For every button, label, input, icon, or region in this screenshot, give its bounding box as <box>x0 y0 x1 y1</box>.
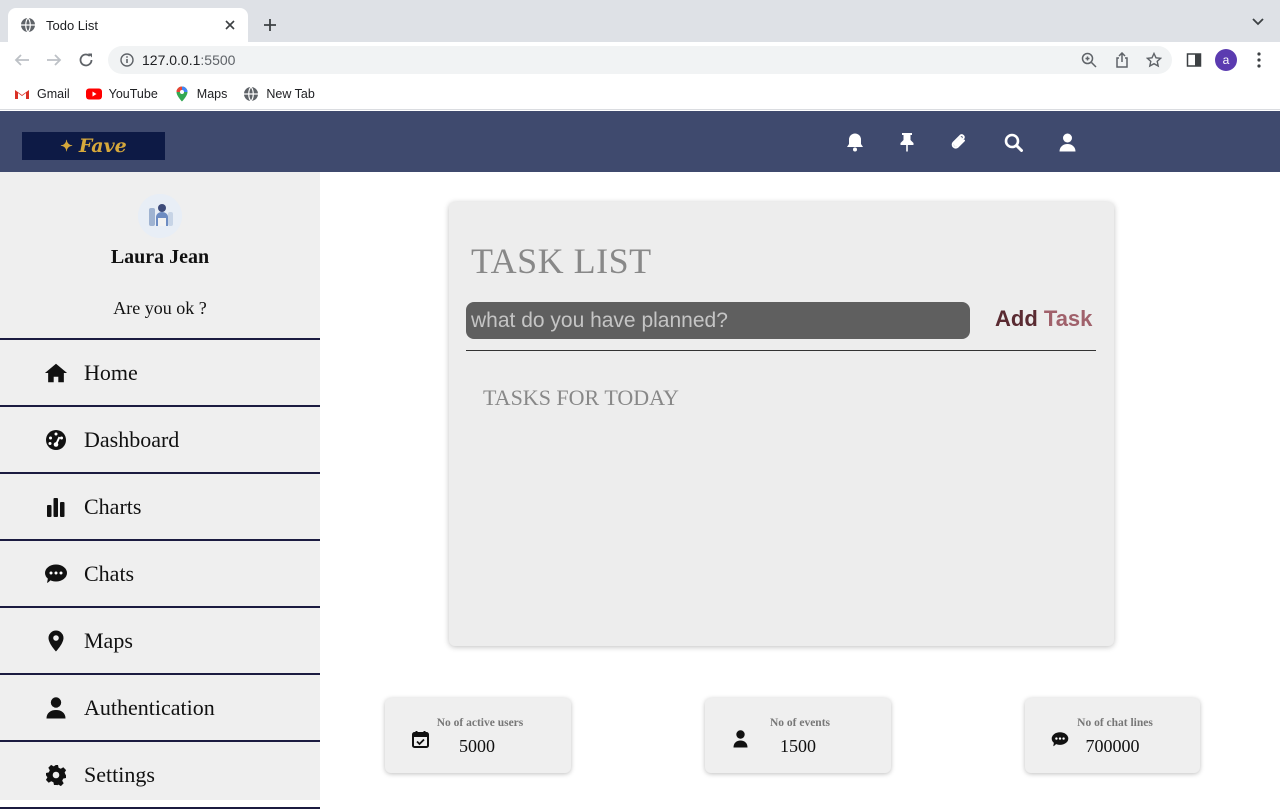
sidebar-item-home[interactable]: Home <box>0 340 320 407</box>
add-task-label-word1: Add <box>995 306 1038 331</box>
task-list-card: TASK LIST Add Task TASKS FOR TODAY <box>449 202 1114 646</box>
tab-title: Todo List <box>46 17 99 33</box>
sidebar-item-label: Maps <box>84 627 133 653</box>
task-list-title: TASK LIST <box>471 241 652 281</box>
bookmarks-bar: Gmail YouTube Maps New Tab <box>0 78 1280 110</box>
browser-tab[interactable]: Todo List <box>8 8 248 42</box>
tasks-for-today-title: TASKS FOR TODAY <box>483 385 679 410</box>
stat-card-chat-lines: No of chat lines 700000 <box>1025 698 1200 773</box>
sidebar-item-label: Charts <box>84 493 142 519</box>
gear-icon <box>44 763 68 787</box>
brand-logo[interactable]: ✦ Fave <box>22 132 165 160</box>
sidebar-item-label: Chats <box>84 560 135 586</box>
bookmark-gmail[interactable]: Gmail <box>14 86 70 102</box>
stat-value: 5000 <box>459 736 495 756</box>
browser-tabstrip: Todo List <box>0 0 1280 42</box>
globe-icon <box>243 86 259 102</box>
user-status: Are you ok ? <box>113 298 207 318</box>
add-task-label-word2: Task <box>1043 306 1093 331</box>
sidebar-item-charts[interactable]: Charts <box>0 474 320 541</box>
logo-emblem-icon: ✦ <box>60 137 73 155</box>
map-pin-icon <box>44 629 68 653</box>
forward-arrow-icon[interactable] <box>44 50 64 70</box>
home-icon <box>44 361 68 385</box>
avatar[interactable] <box>138 194 182 238</box>
close-icon[interactable] <box>222 17 238 33</box>
sidebar-item-settings[interactable]: Settings <box>0 742 320 809</box>
divider <box>466 350 1096 351</box>
stat-label: No of active users <box>436 717 524 729</box>
sidebar-item-label: Dashboard <box>84 426 180 452</box>
bookmark-new-tab[interactable]: New Tab <box>243 86 315 102</box>
sidebar-item-label: Settings <box>84 761 155 787</box>
url-text: 127.0.0.1:5500 <box>142 52 235 68</box>
app-header: ✦ Fave <box>0 111 1280 172</box>
back-arrow-icon[interactable] <box>12 50 32 70</box>
new-tab-button[interactable] <box>258 13 282 37</box>
reload-icon[interactable] <box>76 50 96 70</box>
bookmark-label: YouTube <box>108 86 158 101</box>
stat-value: 1500 <box>780 736 816 756</box>
sidebar-item-maps[interactable]: Maps <box>0 608 320 675</box>
profile-avatar[interactable]: a <box>1215 49 1237 71</box>
user-icon[interactable] <box>1057 132 1077 152</box>
url-host: 127.0.0.1 <box>142 52 201 68</box>
search-icon[interactable] <box>1003 132 1023 152</box>
address-bar[interactable]: 127.0.0.1:5500 <box>108 46 1172 74</box>
bookmark-label: Gmail <box>37 86 70 101</box>
chat-icon <box>44 562 68 586</box>
browser-toolbar: 127.0.0.1:5500 a <box>0 42 1280 78</box>
stat-label: No of events <box>769 717 831 729</box>
dashboard-icon <box>44 428 68 452</box>
stat-card-active-users: No of active users 5000 <box>385 698 571 773</box>
add-task-button[interactable]: Add Task <box>995 306 1092 332</box>
sidebar-item-label: Home <box>84 359 138 385</box>
task-input[interactable] <box>466 302 970 339</box>
bookmark-maps[interactable]: Maps <box>174 86 228 102</box>
star-icon[interactable] <box>1146 52 1162 68</box>
user-icon <box>44 696 68 720</box>
url-port: :5500 <box>200 52 236 68</box>
info-icon[interactable] <box>120 53 134 67</box>
pin-icon[interactable] <box>897 132 917 152</box>
youtube-icon <box>85 86 102 102</box>
user-name: Laura Jean <box>110 246 210 268</box>
sidebar-item-label: Authentication <box>84 694 215 720</box>
sidebar-item-dashboard[interactable]: Dashboard <box>0 407 320 474</box>
bookmark-youtube[interactable]: YouTube <box>85 86 158 102</box>
sidebar-item-authentication[interactable]: Authentication <box>0 675 320 742</box>
sidebar: Laura Jean Are you ok ? Home Dashboard C… <box>0 172 320 809</box>
globe-icon <box>20 17 36 33</box>
logo-text: Fave <box>78 135 127 157</box>
share-icon[interactable] <box>1114 52 1130 68</box>
stat-label: No of chat lines <box>1077 717 1153 729</box>
chart-icon <box>44 495 68 519</box>
stat-card-events: No of events 1500 <box>705 698 891 773</box>
gmail-icon <box>14 86 30 102</box>
sidebar-item-chats[interactable]: Chats <box>0 541 320 608</box>
profile-block: Laura Jean Are you ok ? <box>0 172 320 340</box>
more-vertical-icon[interactable] <box>1250 51 1268 69</box>
paperclip-icon[interactable] <box>949 132 969 152</box>
side-panel-icon[interactable] <box>1185 51 1203 69</box>
stat-value: 700000 <box>1085 736 1140 756</box>
bookmark-label: New Tab <box>266 86 315 101</box>
chevron-down-icon[interactable] <box>1250 14 1266 30</box>
zoom-icon[interactable] <box>1081 52 1097 68</box>
bookmark-label: Maps <box>196 86 228 101</box>
bell-icon[interactable] <box>845 132 865 152</box>
maps-pin-icon <box>174 86 190 102</box>
